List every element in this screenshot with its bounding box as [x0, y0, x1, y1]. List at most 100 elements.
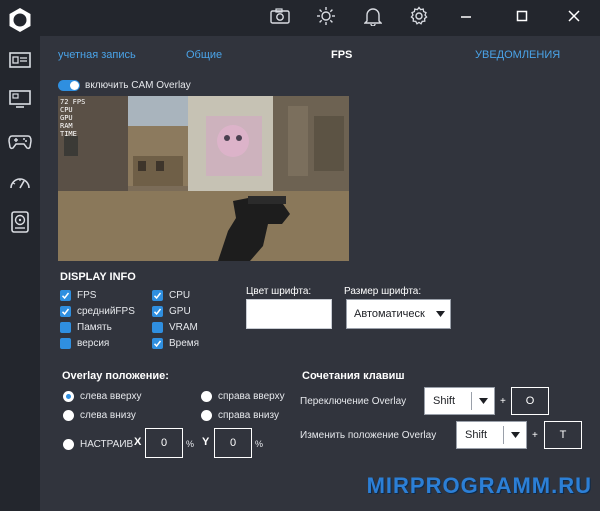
minimize-button[interactable] — [454, 6, 478, 30]
maximize-icon — [516, 9, 528, 27]
checkbox-time[interactable]: Время — [152, 336, 199, 350]
hard-drive-icon — [10, 210, 30, 238]
tab-bar: учетная запись Общие FPS УВЕДОМЛЕНИЯ — [40, 36, 600, 76]
radio-bottom-left-label: слева внизу — [80, 409, 136, 421]
title-bar — [40, 0, 600, 36]
checkbox-version[interactable]: версия — [60, 336, 109, 350]
checkbox-vram-box[interactable] — [152, 321, 163, 333]
minimize-icon — [460, 9, 472, 27]
font-color-swatch[interactable] — [246, 299, 332, 329]
hotkey-toggle-modifier-select[interactable]: Shift — [424, 387, 495, 415]
radio-top-right-dot[interactable] — [201, 390, 212, 402]
speedometer-icon — [8, 173, 32, 196]
checkbox-fps-label: FPS — [77, 289, 97, 301]
sidebar-item-games[interactable] — [7, 130, 33, 156]
preview-fps-overlay: 72 FPS CPU GPU RAM TIME — [60, 98, 86, 138]
checkbox-gpu-label: GPU — [169, 305, 191, 317]
hotkey-toggle-label: Переключение Overlay — [300, 396, 407, 407]
hotkey-position-label: Изменить положение Overlay — [300, 430, 437, 441]
overlay-position-title: Overlay положение: — [62, 370, 169, 382]
gear-icon — [409, 5, 429, 31]
brightness-button[interactable] — [314, 6, 338, 30]
font-size-value: Автоматическ — [354, 308, 425, 320]
camera-icon — [270, 7, 290, 29]
font-size-label: Размер шрифта: — [344, 286, 422, 297]
checkbox-time-label: Время — [169, 337, 200, 349]
position-y-unit: % — [255, 439, 264, 449]
sidebar-item-monitor[interactable] — [7, 88, 33, 114]
checkbox-gpu-box[interactable] — [152, 305, 163, 317]
checkbox-memory-box[interactable] — [60, 321, 71, 333]
app-logo-icon[interactable] — [6, 6, 34, 34]
sidebar-item-system-info[interactable] — [7, 49, 33, 75]
checkbox-version-label: версия — [77, 337, 110, 349]
settings-button[interactable] — [407, 5, 431, 31]
sidebar-item-performance[interactable] — [7, 171, 33, 197]
overlay-preview-image: 72 FPS CPU GPU RAM TIME — [58, 96, 349, 261]
bell-icon — [363, 6, 383, 31]
close-button[interactable] — [562, 6, 586, 30]
tab-account[interactable]: учетная запись — [58, 49, 136, 61]
position-x-input[interactable]: 0 — [145, 428, 183, 458]
font-size-select[interactable]: Автоматическ — [346, 299, 451, 329]
checkbox-vram[interactable]: VRAM — [152, 320, 198, 334]
hotkeys-title: Сочетания клавиш — [302, 370, 405, 382]
radio-bottom-right-dot[interactable] — [201, 409, 212, 421]
radio-top-right-label: справа вверху — [218, 390, 285, 402]
radio-custom-label: НАСТРАИВ — [80, 438, 134, 450]
checkbox-avg-fps-label: среднийFPS — [77, 305, 135, 317]
radio-bottom-right[interactable]: справа внизу — [201, 408, 279, 422]
chevron-down-icon — [472, 398, 494, 404]
tab-general[interactable]: Общие — [186, 49, 222, 61]
hotkey-position-modifier-select[interactable]: Shift — [456, 421, 527, 449]
radio-top-left[interactable]: слева вверху — [63, 389, 141, 403]
hotkey-position-key-input[interactable]: T — [544, 421, 582, 449]
sidebar — [0, 0, 40, 511]
radio-custom[interactable]: НАСТРАИВ — [63, 437, 133, 451]
checkbox-gpu[interactable]: GPU — [152, 304, 191, 318]
radio-bottom-left-dot[interactable] — [63, 409, 74, 421]
tab-notifications[interactable]: УВЕДОМЛЕНИЯ — [475, 49, 560, 61]
checkbox-cpu-box[interactable] — [152, 289, 163, 301]
position-y-input[interactable]: 0 — [214, 428, 252, 458]
checkbox-vram-label: VRAM — [169, 321, 198, 333]
font-color-label: Цвет шрифта: — [246, 286, 312, 297]
hotkey-toggle-key-input[interactable]: O — [511, 387, 549, 415]
cam-overlay-toggle[interactable] — [58, 79, 80, 91]
radio-top-right[interactable]: справа вверху — [201, 389, 285, 403]
gamepad-icon — [8, 132, 32, 155]
position-x-label: X — [134, 436, 142, 448]
checkbox-fps-box[interactable] — [60, 289, 71, 301]
checkbox-fps[interactable]: FPS — [60, 288, 96, 302]
radio-top-left-dot[interactable] — [63, 390, 74, 402]
hotkey-toggle-modifier-value: Shift — [433, 395, 456, 407]
watermark-text: MIRPROGRAMM.RU — [366, 473, 592, 498]
display-info-title: DISPLAY INFO — [60, 271, 136, 283]
hotkey-position-modifier-value: Shift — [465, 429, 488, 441]
checkbox-version-box[interactable] — [60, 337, 71, 349]
radio-top-left-label: слева вверху — [80, 390, 142, 402]
checkbox-memory[interactable]: Память — [60, 320, 112, 334]
monitor-icon — [9, 89, 31, 114]
checkbox-avg-fps-box[interactable] — [60, 305, 71, 317]
position-y-label: Y — [202, 436, 210, 448]
screenshot-button[interactable] — [268, 6, 292, 30]
system-info-icon — [9, 50, 31, 75]
checkbox-cpu[interactable]: CPU — [152, 288, 190, 302]
cam-overlay-toggle-label: включить CAM Overlay — [85, 79, 191, 91]
checkbox-time-box[interactable] — [152, 337, 163, 349]
tab-fps[interactable]: FPS — [331, 49, 352, 61]
chevron-down-icon — [504, 432, 526, 438]
hotkey-position-plus: + — [532, 430, 538, 441]
checkbox-avg-fps[interactable]: среднийFPS — [60, 304, 135, 318]
radio-bottom-right-label: справа внизу — [218, 409, 279, 421]
sidebar-item-storage[interactable] — [7, 210, 33, 238]
chevron-down-icon — [430, 300, 450, 328]
notifications-button[interactable] — [361, 6, 385, 30]
radio-custom-dot[interactable] — [63, 438, 74, 450]
position-x-unit: % — [186, 439, 195, 449]
radio-bottom-left[interactable]: слева внизу — [63, 408, 136, 422]
maximize-button[interactable] — [510, 6, 534, 30]
checkbox-memory-label: Память — [77, 321, 112, 333]
close-icon — [568, 9, 580, 27]
